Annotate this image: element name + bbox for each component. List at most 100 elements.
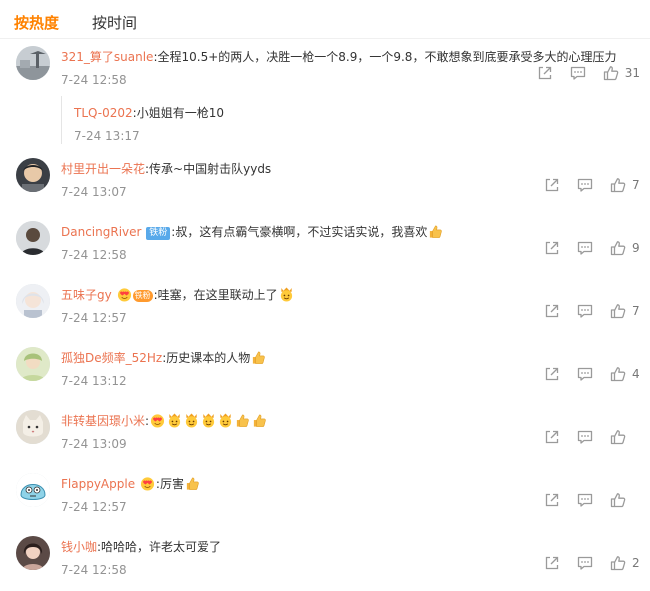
reply-button[interactable] [577, 240, 593, 256]
reply-button[interactable] [577, 429, 593, 445]
avatar[interactable] [16, 158, 50, 192]
share-button[interactable] [544, 429, 560, 445]
reply-button[interactable] [577, 492, 593, 508]
username-link[interactable]: 钱小咖 [61, 540, 97, 554]
reply-button[interactable] [570, 65, 586, 81]
username-link[interactable]: DancingRiver [61, 225, 141, 239]
thumbs-up-icon [610, 177, 626, 193]
username-link[interactable]: 孤独De频率_52Hz [61, 351, 162, 365]
share-button[interactable] [544, 492, 560, 508]
comment-actions [527, 428, 640, 446]
fan-badge: 铁粉 [132, 290, 153, 302]
like-button[interactable]: 7 [610, 303, 640, 319]
username-link[interactable]: FlappyApple [61, 477, 135, 491]
comment-text: :哈哈哈，许老太可爱了 [97, 540, 222, 554]
thumbs-up-icon [610, 492, 626, 508]
crown-emoji-icon [279, 287, 294, 302]
share-button[interactable] [544, 555, 560, 571]
crown-emoji-icon [201, 413, 216, 428]
thumbs-up-emoji-icon [185, 476, 200, 491]
tabs-divider [0, 38, 650, 39]
comment-icon [577, 366, 593, 382]
share-icon [544, 429, 560, 445]
thumbs-up-emoji-icon [252, 413, 267, 428]
heart-eyes-emoji-icon [140, 476, 155, 491]
girl-avatar-icon [16, 536, 50, 570]
avatar[interactable] [16, 410, 50, 444]
username-link[interactable]: 五味子gy [61, 288, 112, 302]
reply-button[interactable] [577, 555, 593, 571]
white-hair-avatar-icon [16, 284, 50, 318]
avatar[interactable] [16, 46, 50, 80]
timestamp: 7-24 13:12 [61, 374, 127, 388]
share-button[interactable] [544, 240, 560, 256]
comment-icon [577, 555, 593, 571]
comment-actions: 31 [520, 64, 640, 82]
reply-button[interactable] [577, 303, 593, 319]
comment-line: DancingRiver 铁粉:叔，这有点霸气豪横啊，不过实话实说，我喜欢 [61, 223, 444, 241]
comment-icon [577, 177, 593, 193]
comment-icon [577, 240, 593, 256]
comment-line: 五味子gy 铁粉:哇塞，在这里联动上了 [61, 286, 295, 304]
thumbs-up-icon [610, 240, 626, 256]
comment-icon [577, 429, 593, 445]
like-button[interactable]: 4 [610, 366, 640, 382]
thumbs-up-icon [603, 65, 619, 81]
like-count: 7 [632, 178, 640, 192]
reply-button[interactable] [577, 177, 593, 193]
avatar[interactable] [16, 473, 50, 507]
avatar[interactable] [16, 536, 50, 570]
reply-username-link[interactable]: TLQ-0202 [74, 106, 133, 120]
comment-item: 钱小咖:哈哈哈，许老太可爱了 7-24 12:58 2 [0, 536, 650, 586]
tab-sort-by-time[interactable]: 按时间 [92, 12, 137, 34]
sort-tabs: 按热度 按时间 [14, 12, 137, 34]
share-icon [544, 492, 560, 508]
reply-line: TLQ-0202:小姐姐有一枪10 [74, 104, 224, 122]
reply-button[interactable] [577, 366, 593, 382]
username-link[interactable]: 村里开出一朵花 [61, 162, 145, 176]
comment-item: DancingRiver 铁粉:叔，这有点霸气豪横啊，不过实话实说，我喜欢 7-… [0, 221, 650, 271]
share-icon [544, 555, 560, 571]
avatar[interactable] [16, 284, 50, 318]
username-link[interactable]: 非转基因璟小米 [61, 414, 145, 428]
comment-actions [527, 491, 640, 509]
heart-eyes-emoji-icon [117, 287, 132, 302]
heart-eyes-emoji-icon [150, 413, 165, 428]
comment-actions: 2 [527, 554, 640, 572]
thumbs-up-icon [610, 555, 626, 571]
share-button[interactable] [544, 303, 560, 319]
like-button[interactable]: 2 [610, 555, 640, 571]
like-count: 31 [624, 66, 640, 80]
comment-actions: 7 [527, 176, 640, 194]
thumbs-up-emoji-icon [428, 224, 443, 239]
comment-text: :厉害 [155, 477, 184, 491]
like-button[interactable]: 31 [603, 65, 640, 81]
avatar[interactable] [16, 221, 50, 255]
share-icon [544, 303, 560, 319]
like-count: 4 [632, 367, 640, 381]
fan-badge: 铁粉 [146, 227, 171, 240]
reply-item: TLQ-0202:小姐姐有一枪10 7-24 13:17 [61, 96, 622, 144]
like-button[interactable]: 9 [610, 240, 640, 256]
timestamp: 7-24 12:58 [61, 248, 127, 262]
comment-item: 村里开出一朵花:传承~中国射击队yyds 7-24 13:07 7 [0, 158, 650, 208]
comment-line: FlappyApple :厉害 [61, 475, 201, 493]
avatar[interactable] [16, 347, 50, 381]
username-link[interactable]: 321_算了suanle [61, 50, 153, 64]
reply-timestamp: 7-24 13:17 [74, 129, 140, 143]
comment-actions: 4 [527, 365, 640, 383]
share-button[interactable] [544, 366, 560, 382]
share-button[interactable] [544, 177, 560, 193]
share-button[interactable] [537, 65, 553, 81]
comment-item: 五味子gy 铁粉:哇塞，在这里联动上了 7-24 12:57 7 [0, 284, 650, 334]
like-button[interactable] [610, 429, 640, 445]
man-avatar-icon [16, 221, 50, 255]
comment-text: : [145, 414, 150, 428]
like-button[interactable]: 7 [610, 177, 640, 193]
like-button[interactable] [610, 492, 640, 508]
comment-icon [570, 65, 586, 81]
thumbs-up-icon [610, 366, 626, 382]
comment-icon [577, 303, 593, 319]
comment-text: :传承~中国射击队yyds [145, 162, 272, 176]
tab-sort-by-hot[interactable]: 按热度 [14, 12, 59, 34]
